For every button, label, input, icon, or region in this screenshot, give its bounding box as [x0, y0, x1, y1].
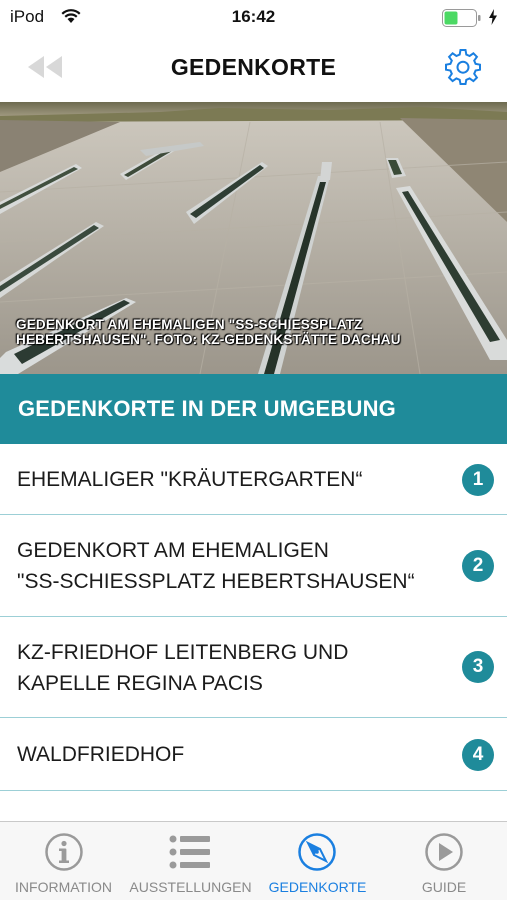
tab-bar: INFORMATION AUSSTELLUNGEN GEDENKORTE GUI…: [0, 821, 507, 900]
photo-caption: GEDENKORT AM EHEMALIGEN "SS-SCHIESSPLATZ…: [16, 317, 496, 347]
site-label: EHEMALIGER "KRÄUTERGARTEN“: [17, 464, 362, 495]
status-bar: iPod 16:42: [0, 0, 507, 34]
site-label-line: KAPELLE REGINA PACIS: [17, 672, 263, 695]
page-title: GEDENKORTE: [170, 54, 337, 80]
site-label-line: WALDFRIEDHOF: [17, 743, 185, 766]
site-number-badge: 3: [462, 651, 494, 683]
tab-guide[interactable]: GUIDE: [381, 822, 507, 900]
charging-bolt-icon: [489, 9, 497, 25]
site-label: WALDFRIEDHOF: [17, 739, 184, 770]
site-label: GEDENKORT AM EHEMALIGEN "SS-SCHIESSPLATZ…: [17, 535, 415, 597]
info-icon: [45, 833, 83, 871]
tab-label: INFORMATION: [15, 879, 112, 895]
list-item-site-3[interactable]: KZ-FRIEDHOF LEITENBERG UND KAPELLE REGIN…: [0, 617, 507, 718]
site-label-line: GEDENKORT AM EHEMALIGEN: [17, 539, 329, 562]
gear-icon[interactable]: [444, 48, 482, 86]
list-item-site-4[interactable]: WALDFRIEDHOF 4: [0, 718, 507, 791]
tab-label: GUIDE: [421, 879, 467, 895]
site-number-badge: 1: [462, 464, 494, 496]
list-item-site-1[interactable]: EHEMALIGER "KRÄUTERGARTEN“ 1: [0, 444, 507, 515]
navigation-bar: GEDENKORTE: [0, 34, 507, 102]
battery-icon: [442, 9, 481, 27]
site-label-line: KZ-FRIEDHOF LEITENBERG UND: [17, 641, 349, 664]
tab-label: GEDENKORTE: [268, 879, 367, 895]
compass-icon: [298, 833, 336, 871]
tab-label: AUSSTELLUNGEN: [129, 879, 252, 895]
list-item-site-2[interactable]: GEDENKORT AM EHEMALIGEN "SS-SCHIESSPLATZ…: [0, 515, 507, 617]
photo-caption-line: HEBERTSHAUSEN". FOTO: KZ-GEDENKSTÄTTE DA…: [16, 332, 401, 347]
site-number-badge: 2: [462, 550, 494, 582]
section-title: GEDENKORTE IN DER UMGEBUNG: [18, 396, 396, 421]
play-icon: [425, 833, 463, 871]
clock: 16:42: [231, 7, 276, 26]
photo-caption-line: GEDENKORT AM EHEMALIGEN "SS-SCHIESSPLATZ: [16, 317, 363, 332]
site-label-line: "SS-SCHIESSPLATZ HEBERTSHAUSEN“: [17, 570, 415, 593]
memorial-site-list: EHEMALIGER "KRÄUTERGARTEN“ 1 GEDENKORT A…: [0, 444, 507, 791]
list-icon: [169, 835, 210, 869]
hero-photo: GEDENKORT AM EHEMALIGEN "SS-SCHIESSPLATZ…: [0, 102, 507, 374]
tab-gedenkorte[interactable]: GEDENKORTE: [254, 822, 381, 900]
section-header: GEDENKORTE IN DER UMGEBUNG: [0, 374, 507, 444]
site-label-line: EHEMALIGER "KRÄUTERGARTEN“: [17, 468, 363, 491]
tab-ausstellungen[interactable]: AUSSTELLUNGEN: [127, 822, 254, 900]
site-label: KZ-FRIEDHOF LEITENBERG UND KAPELLE REGIN…: [17, 637, 348, 699]
tab-information[interactable]: INFORMATION: [0, 822, 127, 900]
site-number-badge: 4: [462, 739, 494, 771]
